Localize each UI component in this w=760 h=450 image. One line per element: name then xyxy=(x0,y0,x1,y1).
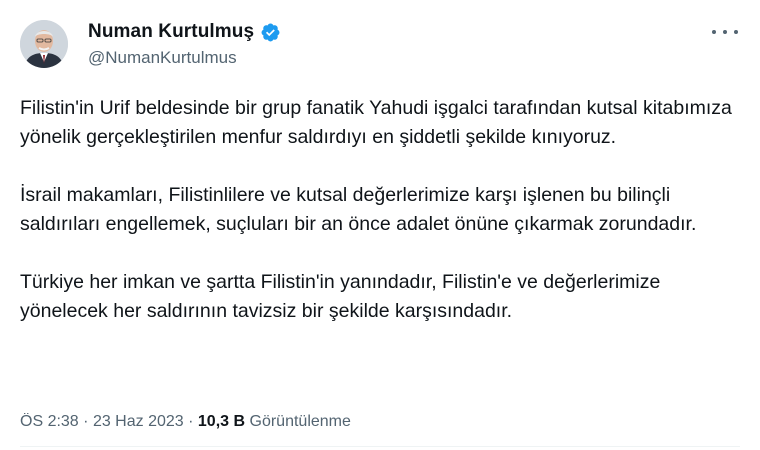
views-count: 10,3 B xyxy=(197,413,246,430)
avatar[interactable] xyxy=(20,20,68,68)
tweet-card: Numan Kurtulmuş @NumanKurtulmus Filistin… xyxy=(0,0,760,450)
dot xyxy=(712,30,716,34)
tweet-paragraph: Filistin'in Urif beldesinde bir grup fan… xyxy=(20,97,732,148)
profile-photo xyxy=(20,20,68,68)
author-name-row: Numan Kurtulmuş xyxy=(88,21,281,43)
tweet-paragraph: İsrail makamları, Filistinlilere ve kuts… xyxy=(20,184,697,235)
tweet-meta: ÖS 2:38 · 23 Haz 2023 · 10,3 B Görüntüle… xyxy=(20,413,382,431)
divider xyxy=(20,446,740,447)
more-options-icon[interactable] xyxy=(712,22,738,42)
verified-badge-icon[interactable] xyxy=(260,22,281,43)
views-label[interactable]: Görüntülenme xyxy=(250,413,351,430)
tweet-text: Filistin'in Urif beldesinde bir grup fan… xyxy=(20,94,745,355)
tweet-time[interactable]: ÖS 2:38 xyxy=(20,413,79,430)
dot xyxy=(734,30,738,34)
author-name[interactable]: Numan Kurtulmuş xyxy=(88,21,254,43)
dot xyxy=(723,30,727,34)
meta-separator: · xyxy=(83,413,89,430)
tweet-date[interactable]: 23 Haz 2023 xyxy=(93,413,184,430)
meta-separator: · xyxy=(188,413,194,430)
tweet-paragraph: Türkiye her imkan ve şartta Filistin'in … xyxy=(20,271,661,322)
author-handle[interactable]: @NumanKurtulmus xyxy=(88,48,237,68)
